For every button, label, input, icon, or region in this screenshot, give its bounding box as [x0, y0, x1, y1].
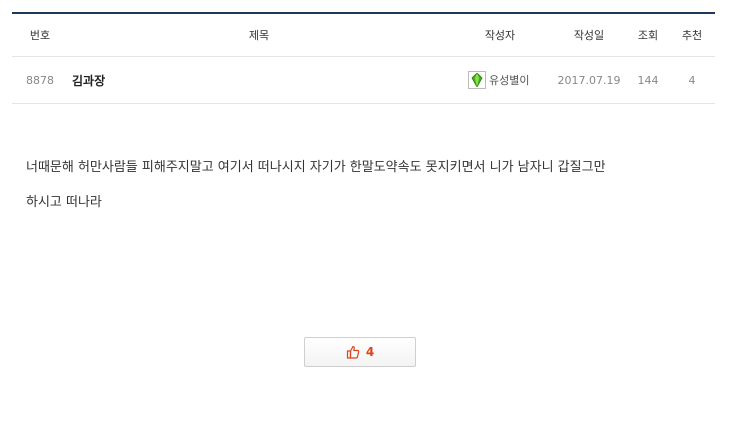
green-crystal-level-icon [468, 71, 486, 89]
post-author-name[interactable]: 유성별이 [489, 72, 529, 88]
header-date: 작성일 [573, 29, 605, 42]
header-title: 제목 [248, 29, 270, 42]
header-recommend: 추천 [681, 29, 703, 42]
content-line-1: 너때문해 허만사람들 피해주지말고 여기서 떠나시지 자기가 한말도약속도 못지… [26, 160, 606, 175]
post-content: 너때문해 허만사람들 피해주지말고 여기서 떠나시지 자기가 한말도약속도 못지… [26, 150, 706, 220]
recommend-button[interactable]: 4 [304, 337, 416, 367]
post-number: 8878 [26, 73, 54, 87]
post-author[interactable]: 유성별이 [450, 57, 550, 103]
recommend-count: 4 [365, 345, 375, 359]
table-row: 8878 김과장 유성별이 2017.07.19 144 4 [12, 57, 715, 104]
header-author: 작성자 [484, 29, 516, 42]
post-views: 144 [637, 73, 659, 87]
post-date: 2017.07.19 [557, 73, 621, 87]
content-line-2: 하시고 떠나라 [26, 195, 102, 210]
post-view-board: 번호 제목 작성자 작성일 조회 추천 8878 김과장 유성별이 2017.0… [12, 12, 715, 104]
post-recommend: 4 [688, 73, 696, 87]
thumbs-up-icon [346, 345, 360, 359]
header-number: 번호 [29, 29, 51, 42]
table-header-row: 번호 제목 작성자 작성일 조회 추천 [12, 14, 715, 57]
header-views: 조회 [637, 29, 659, 42]
post-title: 김과장 [72, 73, 106, 88]
